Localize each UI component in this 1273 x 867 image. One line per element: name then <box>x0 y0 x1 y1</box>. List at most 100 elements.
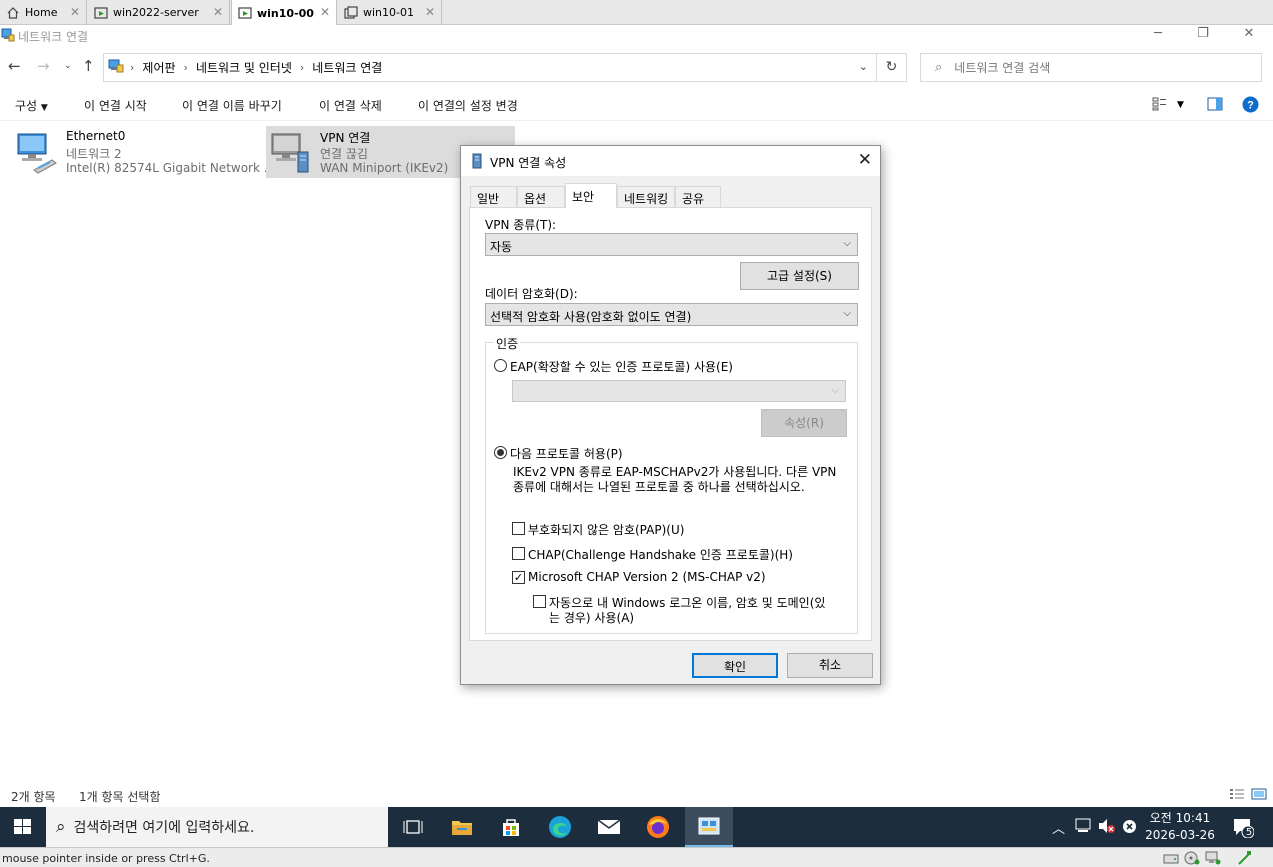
search-icon: ⌕ <box>56 817 66 837</box>
vm-tab-win10-01[interactable]: win10-01 ✕ <box>338 0 442 25</box>
vm-tab-win10-00[interactable]: win10-00 ✕ <box>231 0 337 26</box>
file-explorer-icon[interactable] <box>438 807 486 847</box>
windows-logo-icon <box>14 819 31 834</box>
advanced-settings-button[interactable]: 고급 설정(S) <box>740 262 859 290</box>
command-bar: 구성 ▼ 이 연결 시작 이 연결 이름 바꾸기 이 연결 삭제 이 연결의 설… <box>0 89 1273 121</box>
volume-muted-icon[interactable] <box>1098 818 1116 837</box>
connection-item-ethernet0[interactable]: Ethernet0 네트워크 2 Intel(R) 82574L Gigabit… <box>12 126 275 178</box>
pap-checkbox[interactable] <box>512 522 525 535</box>
close-icon[interactable]: ✕ <box>425 5 435 19</box>
address-bar[interactable]: › 제어판 › 네트워크 및 인터넷 › 네트워크 연결 ⌄ <box>103 53 877 82</box>
breadcrumb-separator-icon[interactable]: › <box>184 61 188 74</box>
organize-button[interactable]: 구성 ▼ <box>15 97 48 114</box>
edge-browser-icon[interactable] <box>536 807 584 847</box>
network-connections-taskbar-icon[interactable] <box>685 807 733 847</box>
network-adapter-icon[interactable] <box>1205 851 1221 867</box>
breadcrumb-separator-icon[interactable]: › <box>300 61 304 74</box>
close-icon[interactable]: ✕ <box>858 150 872 170</box>
vpn-type-value: 자동 <box>490 240 513 254</box>
vpn-type-select[interactable]: 자동 ⌵ <box>485 233 858 256</box>
tab-sharing[interactable]: 공유 <box>675 186 721 207</box>
authentication-group-title: 인증 <box>494 335 521 352</box>
tab-general[interactable]: 일반 <box>470 186 517 207</box>
mschapv2-checkbox[interactable]: ✓ <box>512 571 525 584</box>
selected-count: 1개 항목 선택함 <box>79 790 161 804</box>
tab-options[interactable]: 옵션 <box>517 186 565 207</box>
view-options-icon[interactable] <box>1152 97 1168 114</box>
vm-tab-win2022-server[interactable]: win2022-server ✕ <box>88 0 230 25</box>
recent-locations-chevron-icon[interactable]: ⌄ <box>64 61 72 71</box>
breadcrumb-item[interactable]: 제어판 <box>142 59 175 76</box>
network-tray-icon[interactable] <box>1075 818 1093 837</box>
view-dropdown-arrow-icon[interactable]: ▼ <box>1177 100 1184 110</box>
help-icon[interactable]: ? <box>1242 96 1259 116</box>
up-arrow-icon[interactable]: ↑ <box>82 57 95 75</box>
clock[interactable]: 오전 10:41 2026-03-26 <box>1145 810 1215 844</box>
auto-logon-checkbox[interactable] <box>533 595 546 608</box>
delete-connection-button[interactable]: 이 연결 삭제 <box>319 97 382 114</box>
taskbar: ⌕ 검색하려면 여기에 입력하세요. ︿ 오전 10:41 2026-03-26… <box>0 807 1273 847</box>
ok-button[interactable]: 확인 <box>692 653 778 678</box>
allow-protocols-label: 다음 프로토콜 허용(P) <box>510 447 623 461</box>
allow-protocols-radio[interactable] <box>494 446 507 459</box>
tiles-view-icon[interactable] <box>1251 788 1267 803</box>
vm-tab-label: win2022-server <box>113 6 199 19</box>
back-arrow-icon[interactable]: ← <box>8 57 21 75</box>
store-icon[interactable] <box>487 807 535 847</box>
chevron-down-icon: ⌵ <box>843 238 851 249</box>
start-connection-button[interactable]: 이 연결 시작 <box>84 97 147 114</box>
tray-overflow-chevron-icon[interactable]: ︿ <box>1052 818 1065 837</box>
network-folder-icon <box>1 28 15 45</box>
rename-connection-button[interactable]: 이 연결 이름 바꾸기 <box>182 97 282 114</box>
message-log-icon[interactable] <box>1238 850 1252 867</box>
chevron-down-icon: ⌵ <box>831 385 839 396</box>
change-settings-button[interactable]: 이 연결의 설정 변경 <box>418 97 518 114</box>
search-placeholder: 네트워크 연결 검색 <box>954 61 1051 75</box>
notification-count: 5 <box>1245 827 1253 838</box>
connection-name: VPN 연결 <box>320 131 371 145</box>
vm-tab-home[interactable]: Home ✕ <box>0 0 87 25</box>
vm-icon <box>344 5 358 20</box>
pap-checkbox-label: 부호화되지 않은 암호(PAP)(U) <box>528 523 685 537</box>
close-icon[interactable]: ✕ <box>213 5 223 19</box>
tab-security[interactable]: 보안 <box>565 183 617 208</box>
window-title: 네트워크 연결 <box>18 30 89 44</box>
cd-drive-icon[interactable] <box>1184 851 1200 867</box>
close-icon[interactable]: ✕ <box>320 5 330 19</box>
refresh-button[interactable]: ↻ <box>877 53 907 82</box>
search-input[interactable]: ⌕ 네트워크 연결 검색 <box>920 53 1262 82</box>
encryption-select[interactable]: 선택적 암호화 사용(암호화 없이도 연결) ⌵ <box>485 303 858 326</box>
error-tray-icon[interactable] <box>1122 819 1137 837</box>
authentication-group: 인증 EAP(확장할 수 있는 인증 프로토콜) 사용(E) ⌵ 속성(R) 다… <box>485 335 858 634</box>
forward-arrow-icon[interactable]: → <box>37 57 50 75</box>
vm-tab-label: win10-01 <box>363 6 414 19</box>
mschapv2-checkbox-label: Microsoft CHAP Version 2 (MS-CHAP v2) <box>528 570 766 584</box>
dialog-title-bar: VPN 연결 속성 ✕ <box>461 146 880 176</box>
eap-method-select[interactable]: ⌵ <box>512 380 846 402</box>
chevron-down-icon[interactable]: ⌄ <box>859 60 868 73</box>
taskbar-search-input[interactable]: ⌕ 검색하려면 여기에 입력하세요. <box>46 807 388 847</box>
breadcrumb-item[interactable]: 네트워크 연결 <box>312 59 382 76</box>
mail-icon[interactable] <box>585 807 633 847</box>
preview-pane-icon[interactable] <box>1207 97 1223 114</box>
close-icon[interactable]: ✕ <box>70 5 80 19</box>
close-button[interactable]: ✕ <box>1226 26 1272 46</box>
cancel-button[interactable]: 취소 <box>787 653 873 678</box>
maximize-button[interactable]: ❐ <box>1180 26 1226 46</box>
clock-date: 2026-03-26 <box>1145 828 1215 842</box>
eap-properties-button[interactable]: 속성(R) <box>761 409 847 437</box>
firefox-icon[interactable] <box>634 807 682 847</box>
hard-disk-icon[interactable] <box>1163 851 1179 867</box>
dialog-title: VPN 연결 속성 <box>490 156 567 170</box>
chap-checkbox[interactable] <box>512 547 525 560</box>
start-button[interactable] <box>0 807 46 847</box>
breadcrumb-item[interactable]: 네트워크 및 인터넷 <box>196 59 292 76</box>
minimize-button[interactable]: ─ <box>1135 26 1181 46</box>
connection-status: 연결 끊김 <box>320 147 368 161</box>
eap-radio[interactable] <box>494 359 507 372</box>
svg-text:?: ? <box>1247 100 1254 112</box>
auto-logon-label-line2: 는 경우) 사용(A) <box>549 611 635 625</box>
task-view-icon[interactable] <box>389 807 437 847</box>
details-view-icon[interactable] <box>1229 788 1245 803</box>
tab-networking[interactable]: 네트워킹 <box>617 186 675 207</box>
